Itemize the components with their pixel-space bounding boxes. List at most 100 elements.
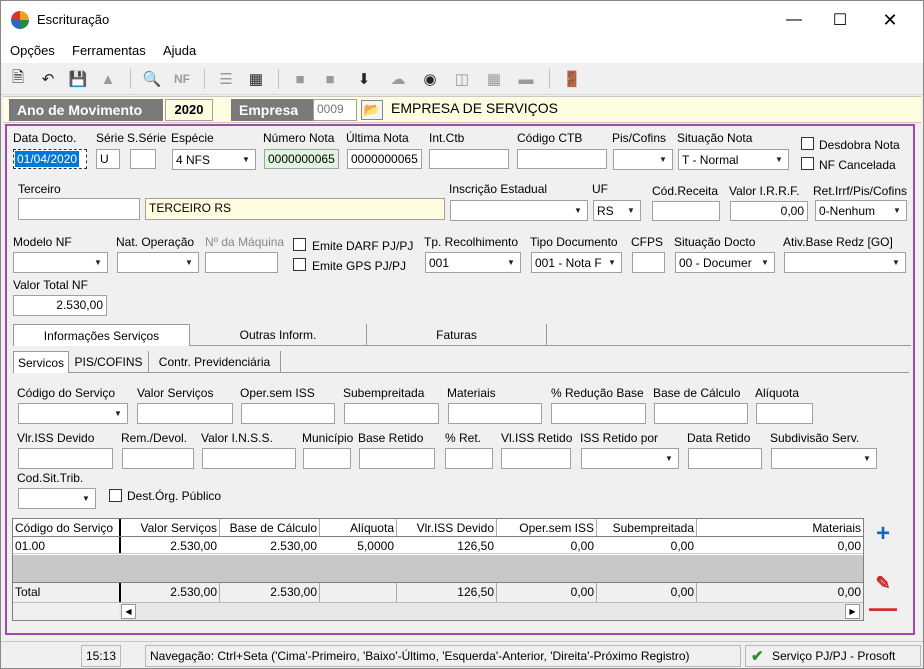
pis-cofins-select[interactable]: ▼ [613, 149, 673, 170]
new-document-icon[interactable]: 🗎 [7, 68, 29, 90]
codigo-ctb-field[interactable] [517, 149, 607, 169]
tipo-documento-select[interactable]: 001 - Nota F ▼ [531, 252, 622, 273]
serie-field[interactable]: U [96, 149, 120, 169]
open-folder-icon[interactable]: 📂 [361, 100, 383, 120]
cod-receita-label: Cód.Receita [652, 184, 719, 198]
money-bag-icon[interactable]: ◉ [419, 68, 441, 90]
tab-faturas[interactable]: Faturas [367, 324, 547, 346]
aliquota-field[interactable] [756, 403, 813, 424]
col-valor-servicos[interactable]: Valor Serviços [119, 519, 219, 536]
modelo-nf-select[interactable]: ▼ [13, 252, 108, 273]
valor-servicos-field[interactable] [137, 403, 233, 424]
subtab-bar: Servicos PIS/COFINS Contr. Previdenciári… [13, 351, 909, 373]
menu-ajuda[interactable]: Ajuda [163, 43, 196, 58]
download-icon[interactable]: ⬇ [353, 68, 375, 90]
codigo-servico-select[interactable]: ▼ [18, 403, 128, 424]
menu-ferramentas[interactable]: Ferramentas [72, 43, 146, 58]
delete-icon[interactable]: ▲ [97, 68, 119, 90]
emite-darf-checkbox[interactable] [293, 238, 306, 251]
cell-vlr-iss-devido: 126,50 [457, 539, 494, 553]
minus-icon[interactable]: ▬ [515, 68, 537, 90]
nfe-icon[interactable]: NF [171, 68, 193, 90]
vlr-iss-devido-field[interactable] [18, 448, 113, 469]
rem-devol-field[interactable] [122, 448, 194, 469]
especie-select[interactable]: 4 NFS ▼ [172, 149, 256, 170]
situacao-docto-select[interactable]: 00 - Documer ▼ [675, 252, 775, 273]
nf-cancelada-checkbox[interactable] [801, 157, 814, 170]
terceiro-code-field[interactable] [18, 198, 140, 220]
numero-nota-field[interactable]: 0000000065 [264, 149, 339, 169]
cloud-icon[interactable]: ☁ [387, 68, 409, 90]
col-subempreitada[interactable]: Subempreitada [596, 519, 696, 536]
maximize-button[interactable]: ☐ [817, 1, 863, 39]
desdobra-nota-checkbox[interactable] [801, 137, 814, 150]
valor-inss-field[interactable] [202, 448, 296, 469]
undo-icon[interactable]: ↶ [37, 68, 59, 90]
ret-irrf-select[interactable]: 0-Nenhum ▼ [815, 200, 907, 221]
table-row[interactable]: 01.00 2.530,00 2.530,00 5,0000 126,50 0,… [13, 537, 863, 554]
report-icon[interactable]: ◫ [451, 68, 473, 90]
tools-icon[interactable]: ■ [319, 68, 341, 90]
pct-ret-label: % Ret. [445, 431, 482, 445]
situacao-nota-select[interactable]: T - Normal ▼ [678, 149, 789, 170]
oper-sem-iss-field[interactable] [241, 403, 335, 424]
col-materiais[interactable]: Materiais [696, 519, 863, 536]
dest-org-publico-checkbox[interactable] [109, 489, 122, 502]
nat-operacao-select[interactable]: ▼ [117, 252, 199, 273]
emite-gps-checkbox[interactable] [293, 258, 306, 271]
add-row-icon[interactable]: + [870, 520, 896, 547]
tab-outras-inform[interactable]: Outras Inform. [190, 324, 367, 346]
data-retido-field[interactable] [688, 448, 762, 469]
tab-informacoes-servicos[interactable]: Informações Serviços [13, 324, 190, 346]
valor-irrf-field[interactable]: 0,00 [730, 201, 808, 221]
col-aliquota[interactable]: Alíquota [319, 519, 396, 536]
col-vlr-iss-devido[interactable]: Vlr.ISS Devido [396, 519, 496, 536]
ativ-base-redz-select[interactable]: ▼ [784, 252, 906, 273]
close-button[interactable]: ✕ [867, 1, 913, 39]
uf-select[interactable]: RS ▼ [593, 200, 641, 221]
print-preview-icon[interactable]: 🔍 [141, 68, 163, 90]
base-retido-field[interactable] [359, 448, 435, 469]
cod-receita-field[interactable] [652, 201, 720, 221]
subtab-pis-cofins[interactable]: PIS/COFINS [69, 351, 149, 373]
reducao-base-field[interactable] [551, 403, 646, 424]
inscricao-estadual-select[interactable]: ▼ [450, 200, 588, 221]
minimize-button[interactable]: — [771, 1, 817, 39]
valor-total-nf-field[interactable]: 2.530,00 [13, 295, 107, 316]
cod-sit-trib-select[interactable]: ▼ [18, 488, 96, 509]
ultima-nota-field[interactable]: 0000000065 [347, 149, 422, 169]
pct-ret-field[interactable] [445, 448, 493, 469]
folder-icon[interactable]: ■ [289, 68, 311, 90]
vl-iss-retido-field[interactable] [501, 448, 571, 469]
grid-icon[interactable]: ▦ [483, 68, 505, 90]
sserie-field[interactable] [130, 149, 156, 169]
remove-row-icon[interactable]: — [869, 592, 897, 623]
menu-opcoes[interactable]: Opções [10, 43, 55, 58]
data-docto-field[interactable]: 01/04/2020 [13, 149, 87, 169]
exit-door-icon[interactable]: 🚪 [561, 68, 583, 90]
iss-retido-por-select[interactable]: ▼ [581, 448, 679, 469]
num-maquina-field[interactable] [205, 252, 278, 273]
subtab-contr-previdenciaria[interactable]: Contr. Previdenciária [149, 351, 281, 373]
tp-recolhimento-select[interactable]: 001 ▼ [425, 252, 521, 273]
municipio-field[interactable] [303, 448, 351, 469]
base-calculo-field[interactable] [654, 403, 748, 424]
export-icon[interactable]: ▦ [245, 68, 267, 90]
materiais-field[interactable] [448, 403, 542, 424]
subempreitada-field[interactable] [344, 403, 439, 424]
int-ctb-field[interactable] [429, 149, 509, 169]
ano-field[interactable]: 2020 [165, 99, 213, 121]
scroll-right-icon[interactable]: ▶ [845, 604, 860, 619]
save-icon[interactable]: 💾 [67, 68, 89, 90]
scroll-left-icon[interactable]: ◀ [121, 604, 136, 619]
col-codigo-servico[interactable]: Código do Serviço [13, 519, 119, 536]
tree-icon[interactable]: ☰ [215, 68, 237, 90]
cfps-field[interactable] [632, 252, 665, 273]
terceiro-name-field[interactable]: TERCEIRO RS [145, 198, 445, 220]
subtab-servicos[interactable]: Servicos [13, 351, 69, 373]
horizontal-scrollbar[interactable]: ◀ ▶ [119, 602, 863, 620]
col-oper-sem-iss[interactable]: Oper.sem ISS [496, 519, 596, 536]
col-base-calculo[interactable]: Base de Cálculo [219, 519, 319, 536]
subdivisao-serv-select[interactable]: ▼ [771, 448, 877, 469]
empresa-code-field[interactable]: 0009 [313, 99, 357, 121]
